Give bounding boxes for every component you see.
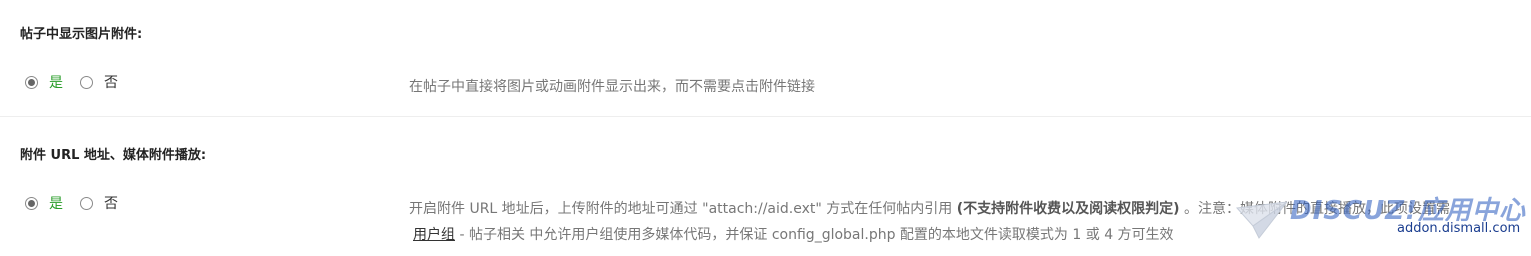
setting-description-attachment-url-line2: 用户组 - 帖子相关 中允许用户组使用多媒体代码，并保证 config_glob… bbox=[413, 224, 1174, 244]
radio-yes-show-image-attachments[interactable] bbox=[25, 75, 38, 89]
description-text: 。注意：媒体附件的直接播放，此项设置需 bbox=[1179, 201, 1450, 217]
radio-yes-label[interactable]: 是 bbox=[49, 193, 63, 213]
setting-description-attachment-url: 开启附件 URL 地址后，上传附件的地址可通过 "attach://aid.ex… bbox=[409, 198, 1450, 218]
radio-group-show-image-attachments: 是 否 bbox=[25, 72, 118, 92]
watermark-url: addon.dismall.com bbox=[1395, 221, 1523, 236]
radio-no-label[interactable]: 否 bbox=[104, 193, 118, 213]
radio-yes-attachment-url[interactable] bbox=[25, 196, 38, 210]
radio-no-label[interactable]: 否 bbox=[104, 72, 118, 92]
radio-no-attachment-url[interactable] bbox=[80, 196, 93, 210]
section-divider bbox=[0, 116, 1531, 117]
radio-selected-dot bbox=[28, 78, 35, 86]
setting-description-show-image-attachments: 在帖子中直接将图片或动画附件显示出来，而不需要点击附件链接 bbox=[409, 79, 815, 95]
description-bold-note: (不支持附件收费以及阅读权限判定) bbox=[956, 201, 1180, 217]
setting-title-show-image-attachments: 帖子中显示图片附件: bbox=[20, 27, 143, 42]
description-text: - 帖子相关 中允许用户组使用多媒体代码，并保证 config_global.p… bbox=[455, 227, 1174, 243]
radio-yes-label[interactable]: 是 bbox=[49, 72, 63, 92]
radio-group-attachment-url: 是 否 bbox=[25, 193, 118, 213]
radio-selected-dot bbox=[28, 199, 35, 207]
description-text: 开启附件 URL 地址后，上传附件的地址可通过 "attach://aid.ex… bbox=[409, 201, 953, 217]
usergroup-link[interactable]: 用户组 bbox=[413, 227, 455, 243]
setting-title-attachment-url: 附件 URL 地址、媒体附件播放: bbox=[20, 148, 207, 163]
radio-no-show-image-attachments[interactable] bbox=[80, 75, 93, 89]
